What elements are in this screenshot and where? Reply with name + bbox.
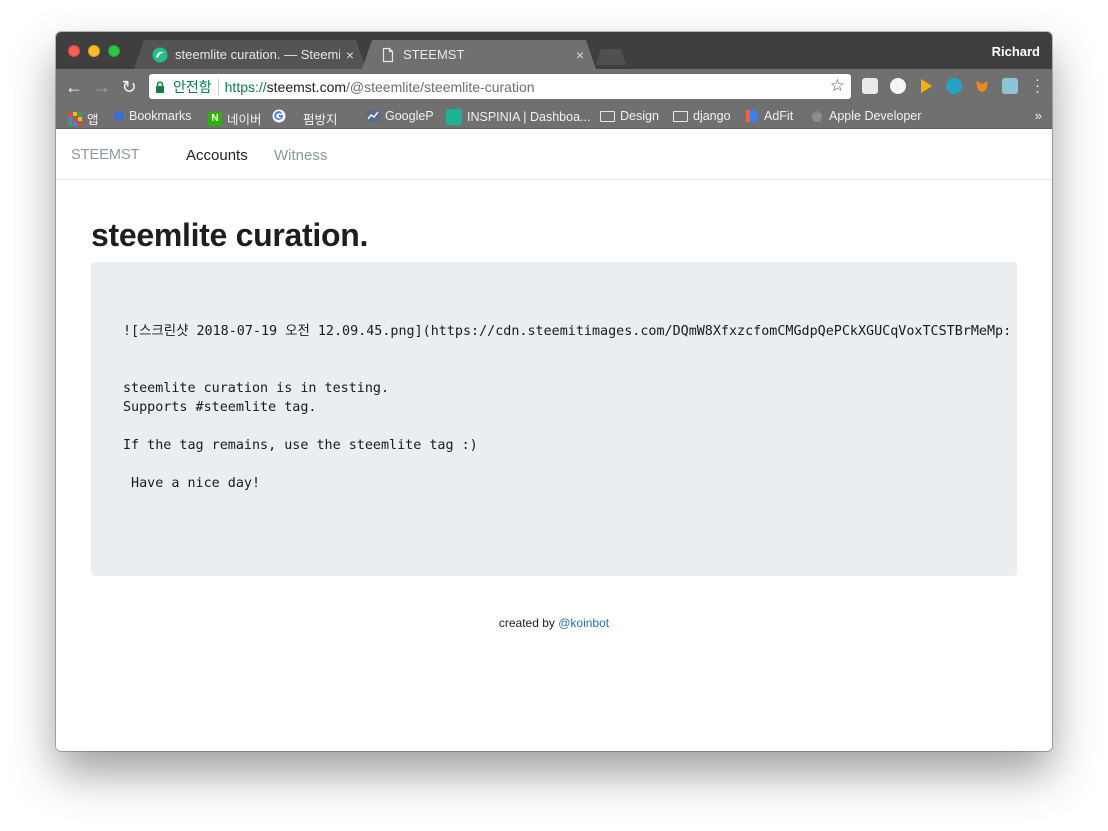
- tab-steemst[interactable]: STEEMST ×: [362, 40, 596, 69]
- browser-window: steemlite curation. — Steemit × STEEMST …: [56, 32, 1052, 751]
- bookmark-icon: [114, 111, 124, 121]
- bookmark-label: 펌방지: [303, 113, 338, 127]
- inspinia-icon: [446, 109, 462, 125]
- page-icon: [382, 47, 394, 62]
- bookmark-label: 네이버: [227, 113, 262, 127]
- more-menu-icon[interactable]: · · ·: [1035, 72, 1040, 99]
- chart-icon: [366, 110, 380, 122]
- url-host: steemst.com: [266, 78, 347, 95]
- bookmark-bookmarks[interactable]: Bookmarks: [114, 109, 192, 123]
- bookmark-design[interactable]: Design: [600, 109, 659, 123]
- bookmarks-bar: 앱 Bookmarks N 네이버 펌방지 GoogleP INSPINIA |…: [56, 104, 1052, 219]
- extension-g-icon[interactable]: [1002, 78, 1018, 94]
- bookmark-adfit[interactable]: AdFit: [745, 109, 793, 123]
- maximize-window-button[interactable]: [108, 45, 120, 57]
- steemit-icon: [152, 47, 168, 62]
- bookmark-naver[interactable]: N 네이버: [208, 109, 262, 128]
- bookmark-label: INSPINIA | Dashboa...: [467, 110, 591, 124]
- nav-accounts[interactable]: Accounts: [186, 147, 248, 164]
- bookmark-apps[interactable]: 앱: [68, 109, 99, 128]
- bookmark-label: GoogleP: [385, 109, 434, 123]
- tab-label: steemlite curation. — Steemit: [175, 47, 340, 62]
- bookmark-django[interactable]: django: [673, 109, 731, 123]
- bookmark-pumbangji[interactable]: 펌방지: [303, 109, 338, 219]
- extension-sync-icon[interactable]: [946, 78, 962, 94]
- apps-grid-icon: [68, 111, 82, 126]
- apple-icon: [812, 109, 822, 122]
- forward-arrow-icon[interactable]: →: [92, 77, 112, 97]
- bookmark-label: 앱: [87, 113, 99, 127]
- url-scheme: https://: [224, 78, 267, 95]
- extension-metamask-icon[interactable]: [974, 78, 990, 94]
- google-icon: [272, 109, 286, 123]
- profile-name[interactable]: Richard: [992, 44, 1040, 59]
- bookmark-label: Apple Developer: [829, 109, 922, 123]
- nav-witness[interactable]: Witness: [274, 147, 327, 164]
- bookmarks-overflow-icon[interactable]: »: [1035, 108, 1042, 123]
- author-link[interactable]: @koinbot: [558, 616, 609, 630]
- folder-icon: [673, 110, 688, 122]
- naver-icon: N: [208, 111, 222, 126]
- tab-close-icon[interactable]: ×: [576, 47, 584, 63]
- title-bar: steemlite curation. — Steemit × STEEMST …: [56, 32, 1052, 69]
- bookmark-googlep[interactable]: GoogleP: [366, 109, 434, 123]
- extension-cast-icon[interactable]: [862, 78, 878, 94]
- minimize-window-button[interactable]: [88, 45, 100, 57]
- web-page: STEEMST Accounts Witness steemlite curat…: [56, 129, 1052, 751]
- browser-toolbar: ← → ↻ 안전함 https:// steemst.com /@steemli…: [56, 69, 1052, 104]
- bookmark-google[interactable]: [272, 109, 291, 123]
- bookmark-star-icon[interactable]: ☆: [830, 76, 845, 96]
- new-tab-button[interactable]: [596, 49, 626, 65]
- lock-icon: [155, 80, 171, 93]
- post-title: steemlite curation.: [91, 217, 369, 253]
- bookmark-label: django: [693, 109, 731, 123]
- address-bar[interactable]: 안전함 https:// steemst.com /@steemlite/ste…: [149, 74, 851, 99]
- site-brand[interactable]: STEEMST: [71, 147, 139, 163]
- extension-circle-icon[interactable]: [890, 78, 906, 94]
- extension-play-icon[interactable]: [918, 78, 934, 94]
- url-path: /@steemlite/steemlite-curation: [346, 78, 535, 95]
- folder-icon: [600, 110, 615, 122]
- bookmark-apple-developer[interactable]: Apple Developer: [810, 109, 921, 123]
- bookmark-label: AdFit: [764, 109, 794, 123]
- close-window-button[interactable]: [68, 45, 80, 57]
- tab-label: STEEMST: [403, 47, 465, 62]
- post-body: ![스크린샷 2018-07-19 오전 12.09.45.png](https…: [91, 262, 1017, 576]
- adfit-icon: [746, 110, 758, 122]
- back-arrow-icon[interactable]: ←: [64, 77, 84, 97]
- page-footer: created by @koinbot: [56, 616, 1052, 630]
- bookmark-inspinia[interactable]: INSPINIA | Dashboa...: [446, 109, 590, 125]
- footer-prefix: created by: [498, 616, 559, 630]
- reload-icon[interactable]: ↻: [119, 77, 139, 97]
- site-navbar: STEEMST Accounts Witness: [56, 129, 1052, 180]
- bookmark-label: Design: [620, 109, 659, 123]
- bookmark-label: Bookmarks: [129, 109, 192, 123]
- tab-close-icon[interactable]: ×: [346, 47, 354, 63]
- secure-label: 안전함: [173, 78, 212, 95]
- tab-steemit[interactable]: steemlite curation. — Steemit ×: [134, 40, 366, 69]
